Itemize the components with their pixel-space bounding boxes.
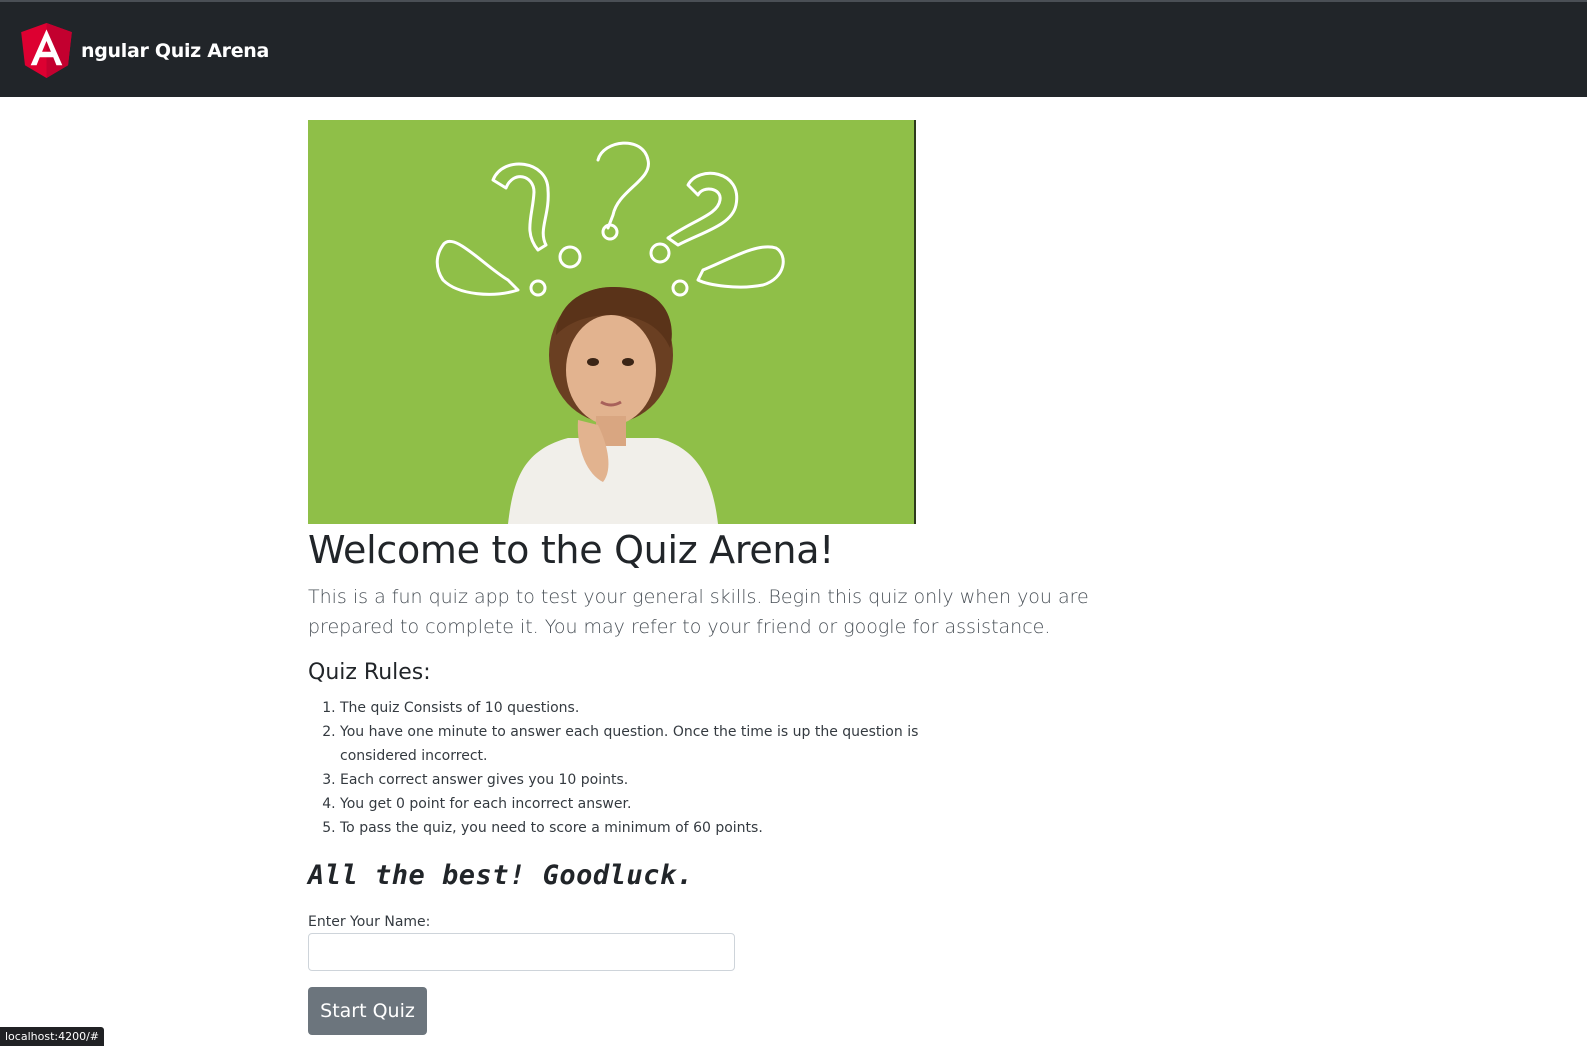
start-quiz-button[interactable]: Start Quiz (308, 987, 427, 1035)
goodluck-message: All the best! Goodluck. (308, 860, 694, 891)
main-content: Welcome to the Quiz Arena! This is a fun… (308, 120, 1188, 1035)
rule-item: You have one minute to answer each quest… (340, 720, 930, 768)
hero-image (308, 120, 916, 524)
rules-list: The quiz Consists of 10 questions. You h… (308, 696, 930, 840)
status-bar-url: localhost:4200/# (0, 1027, 104, 1046)
rule-item: Each correct answer gives you 10 points. (340, 768, 930, 792)
thinking-child-illustration (308, 120, 916, 524)
welcome-description: This is a fun quiz app to test your gene… (308, 586, 1089, 638)
rules-title: Quiz Rules: (308, 660, 431, 685)
rule-item: You get 0 point for each incorrect answe… (340, 792, 930, 816)
brand-title: ngular Quiz Arena (81, 39, 270, 62)
navbar: ngular Quiz Arena (0, 0, 1587, 97)
name-input[interactable] (308, 933, 735, 971)
welcome-title: Welcome to the Quiz Arena! (308, 528, 835, 572)
page: ngular Quiz Arena Welcome to the Quiz Ar… (0, 0, 1587, 1059)
rule-item: To pass the quiz, you need to score a mi… (340, 816, 930, 840)
brand-link[interactable]: ngular Quiz Arena (20, 22, 269, 79)
angular-logo-icon (21, 23, 72, 78)
name-label: Enter Your Name: (308, 914, 431, 930)
rule-item: The quiz Consists of 10 questions. (340, 696, 930, 720)
